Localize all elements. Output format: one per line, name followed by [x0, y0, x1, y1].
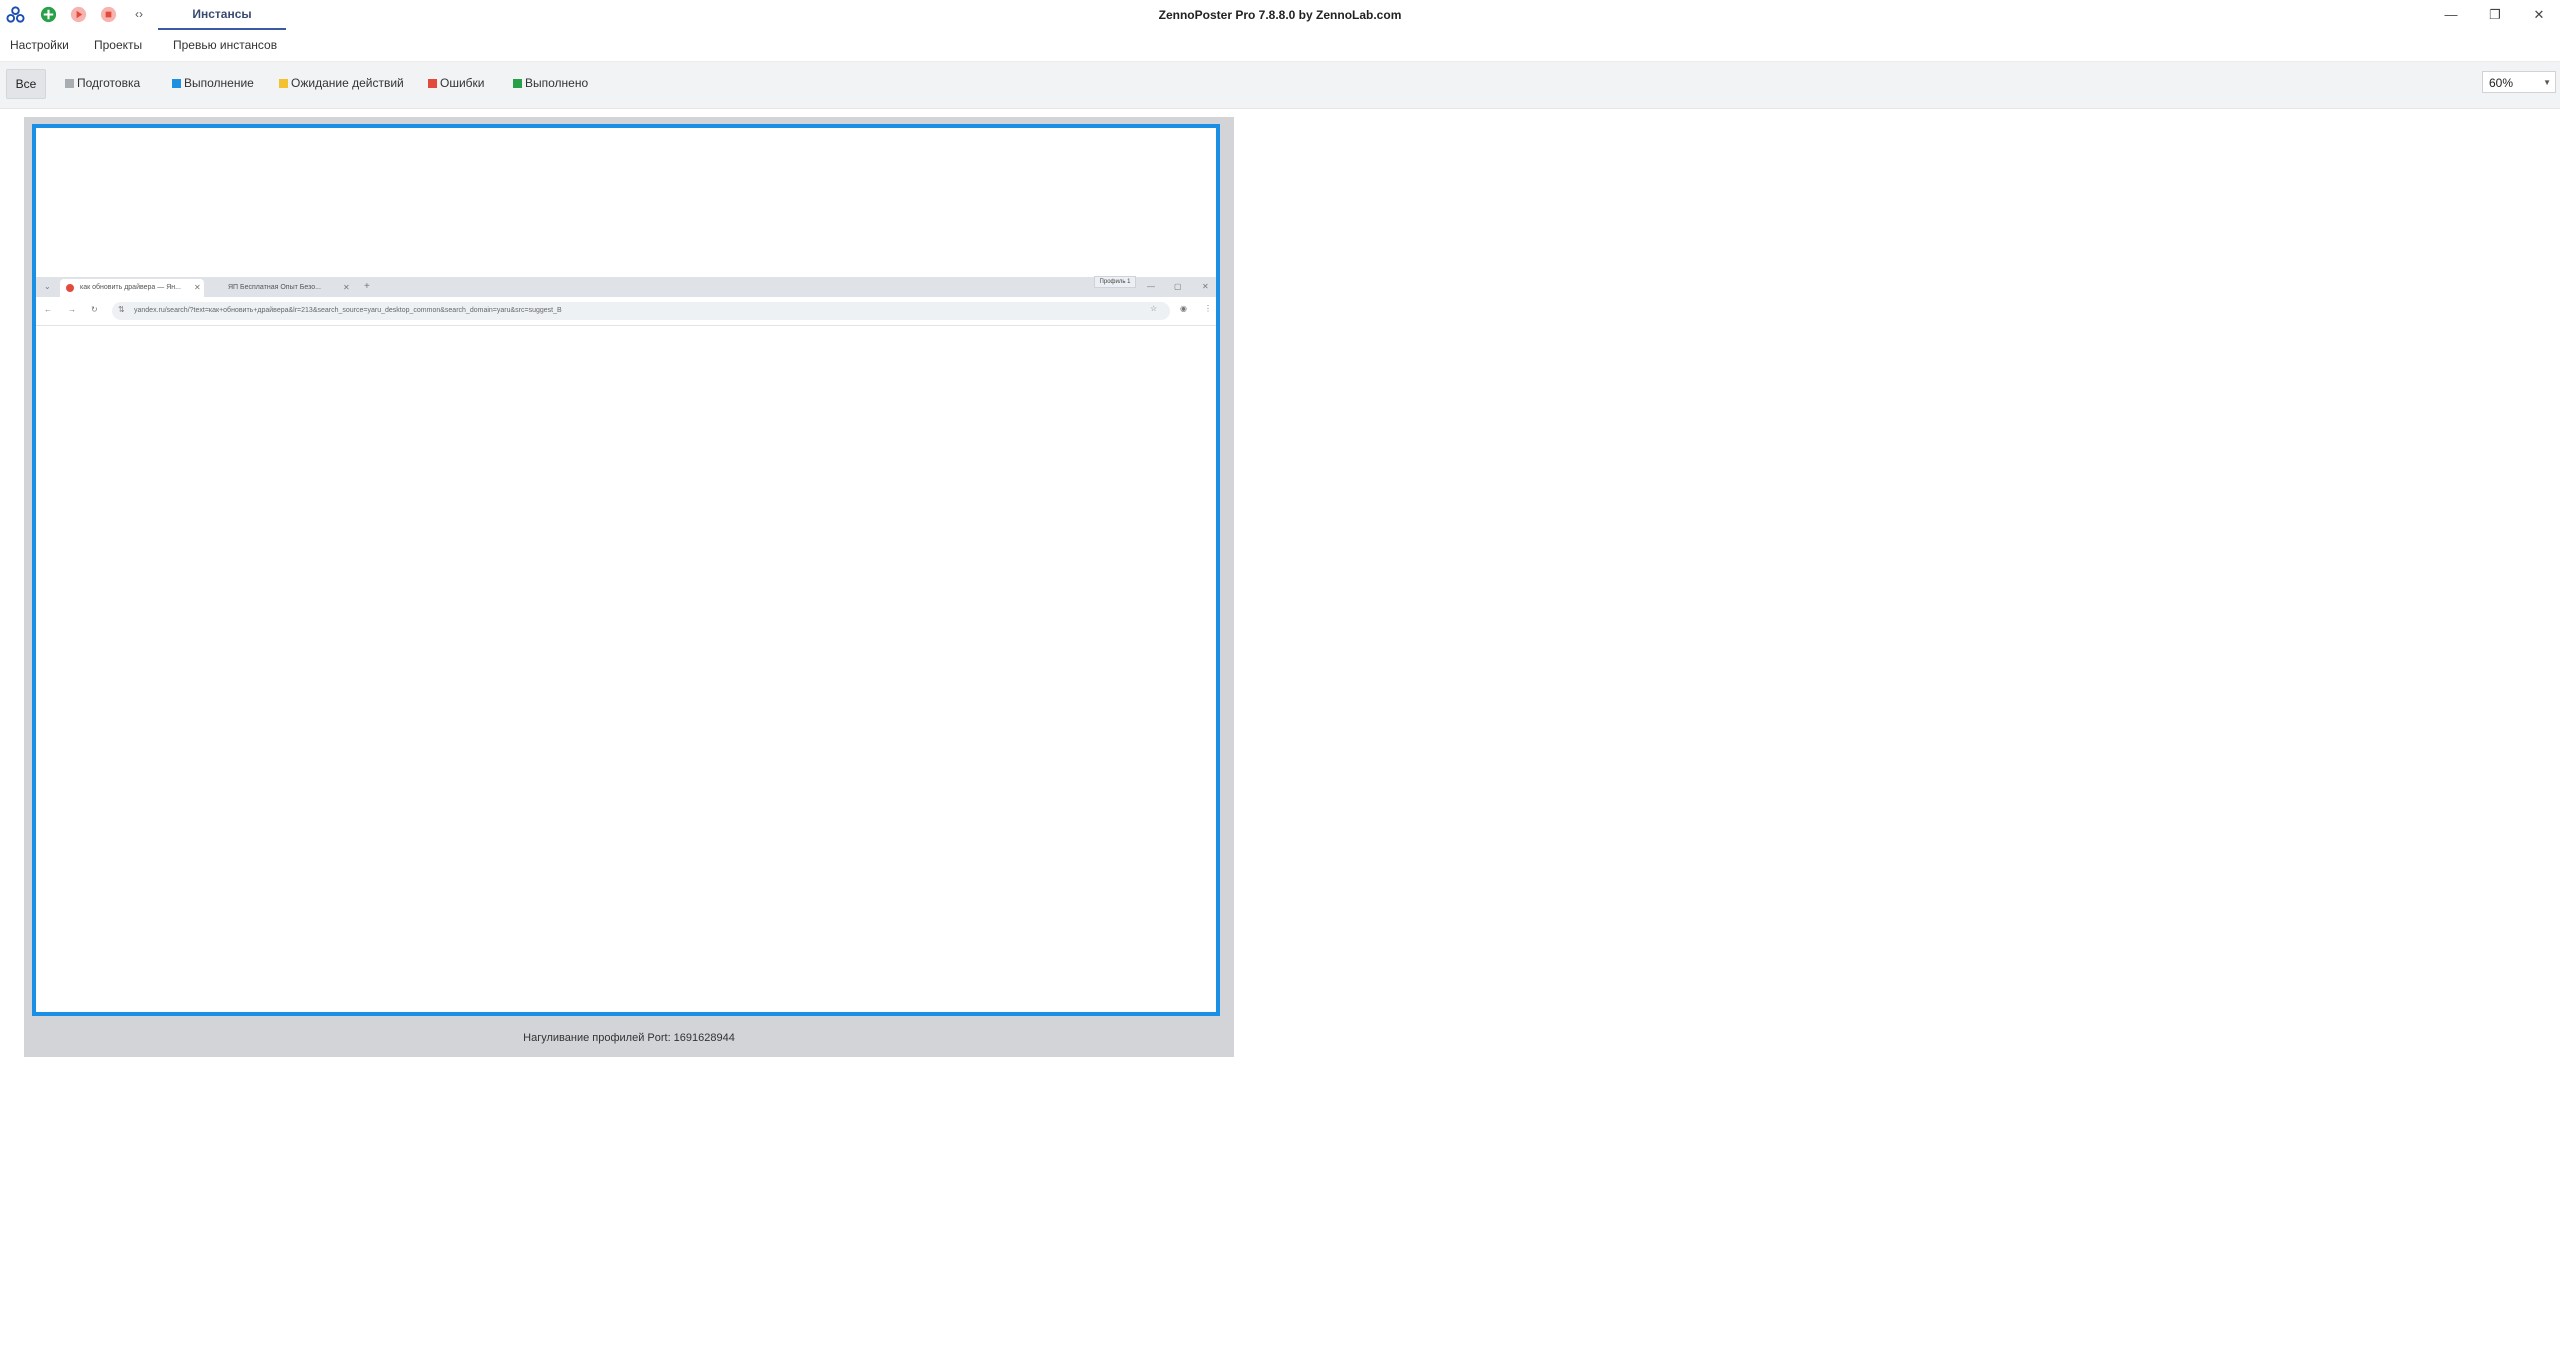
menu-bar — [0, 30, 2560, 60]
zoom-select[interactable]: 60% ▼ — [2482, 71, 2556, 93]
browser-new-tab-icon[interactable]: + — [364, 281, 370, 292]
browser-maximize-icon[interactable]: ▢ — [1174, 282, 1182, 291]
instance-caption: Нагуливание профилей Port: 1691628944 — [523, 1032, 735, 1044]
menu-settings[interactable]: Настройки — [10, 38, 69, 52]
browser-address-bar[interactable]: yandex.ru/search/?text=как+обновить+драй… — [112, 302, 1170, 320]
browser-tab-active[interactable]: как обновить драйвера — Ян... — [60, 279, 204, 297]
title-bar — [0, 0, 2560, 30]
close-button[interactable]: ✕ — [2524, 4, 2554, 26]
browser-tab[interactable]: ЯП Бесплатная Опыт Безо... — [214, 279, 354, 297]
browser-profile-badge: Профиль 1 — [1094, 276, 1136, 288]
status-yellow-swatch — [279, 78, 288, 88]
browser-tab-close-icon-2[interactable]: ✕ — [343, 283, 350, 292]
start-icon[interactable] — [69, 5, 88, 24]
browser-minimize-icon[interactable]: — — [1147, 282, 1155, 291]
status-blue-swatch — [172, 78, 181, 88]
browser-profile-icon[interactable]: ◉ — [1180, 304, 1187, 313]
restore-button[interactable]: ❐ — [2480, 4, 2510, 26]
filter-waiting[interactable]: Ожидание действий — [279, 76, 404, 90]
menu-instance-preview[interactable]: Превью инстансов — [173, 38, 277, 52]
browser-back-icon[interactable]: ← — [44, 305, 52, 314]
filter-errors[interactable]: Ошибки — [428, 76, 485, 90]
tab-instances[interactable]: Инстансы — [158, 0, 286, 31]
browser-reload-icon[interactable]: ↻ — [91, 305, 98, 314]
site-settings-icon[interactable]: ⇅ — [118, 305, 125, 314]
status-green-swatch — [513, 78, 522, 88]
browser-tab-menu-icon[interactable]: ⌄ — [44, 282, 51, 291]
status-red-swatch — [428, 78, 437, 88]
yandex-favicon-icon — [66, 284, 74, 292]
filter-all-button[interactable]: Все — [6, 69, 46, 99]
chevron-down-icon: ▼ — [2543, 78, 2551, 87]
bookmark-star-icon[interactable]: ☆ — [1150, 304, 1157, 313]
browser-tab-close-icon[interactable]: ✕ — [194, 283, 201, 292]
filter-running[interactable]: Выполнение — [172, 76, 254, 90]
browser-tab-strip — [36, 277, 1216, 297]
minimize-button[interactable]: — — [2436, 4, 2466, 26]
zennoposter-logo-icon — [6, 6, 25, 23]
menu-projects[interactable]: Проекты — [94, 38, 142, 52]
stop-icon[interactable] — [99, 5, 118, 24]
filter-completed[interactable]: Выполнено — [513, 76, 588, 90]
filter-preparing[interactable]: Подготовка — [65, 76, 140, 90]
browser-forward-icon[interactable]: → — [68, 305, 76, 314]
more-tabs-icon[interactable]: ‹› — [135, 7, 143, 21]
browser-menu-icon[interactable]: ⋮ — [1204, 304, 1212, 313]
browser-close-icon[interactable]: ✕ — [1202, 282, 1209, 291]
status-gray-swatch — [65, 78, 74, 88]
add-project-icon[interactable] — [39, 5, 58, 24]
instance-preview-frame[interactable] — [32, 124, 1220, 1016]
